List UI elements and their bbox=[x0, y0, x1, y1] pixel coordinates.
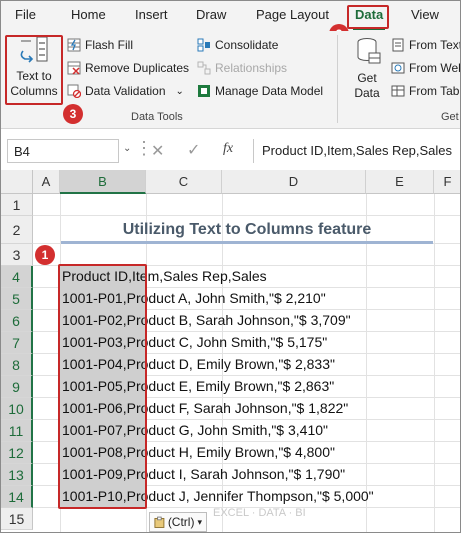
manage-data-model-button[interactable]: Manage Data Model bbox=[197, 84, 323, 98]
tab-insert[interactable]: Insert bbox=[135, 7, 168, 22]
flash-fill-icon bbox=[67, 38, 81, 52]
column-header-d[interactable]: D bbox=[222, 170, 366, 194]
from-web-button[interactable]: From Web bbox=[391, 61, 461, 75]
column-header-f[interactable]: F bbox=[434, 170, 460, 194]
column-header-c[interactable]: C bbox=[146, 170, 222, 194]
watermark: EXCEL · DATA · BI bbox=[213, 507, 306, 519]
remove-duplicates-icon bbox=[67, 61, 81, 75]
insert-function-button[interactable]: fx bbox=[223, 141, 233, 157]
grid-line bbox=[434, 194, 435, 532]
row-header-5[interactable]: 5 bbox=[1, 288, 33, 310]
from-text-button[interactable]: From Text bbox=[391, 38, 461, 52]
consolidate-label: Consolidate bbox=[215, 38, 279, 52]
data-validation-button[interactable]: Data Validation ⌄ bbox=[67, 84, 184, 98]
from-text-icon bbox=[392, 38, 404, 52]
tab-home[interactable]: Home bbox=[71, 7, 106, 22]
data-validation-label: Data Validation bbox=[85, 84, 166, 98]
chevron-down-icon: ▾ bbox=[197, 516, 202, 527]
tab-page-layout[interactable]: Page Layout bbox=[256, 7, 329, 22]
confirm-icon[interactable]: ✓ bbox=[187, 140, 200, 160]
tab-file[interactable]: File bbox=[15, 7, 36, 22]
web-icon bbox=[391, 62, 405, 74]
relationships-label: Relationships bbox=[215, 61, 288, 75]
database-icon bbox=[357, 38, 381, 64]
relationships-icon bbox=[197, 61, 211, 75]
row-header-6[interactable]: 6 bbox=[1, 310, 33, 332]
clipboard-icon bbox=[154, 516, 165, 528]
ribbon-tabs: File Home Insert Draw Page Layout Data V… bbox=[1, 1, 460, 31]
row-header-4[interactable]: 4 bbox=[1, 266, 33, 288]
from-text-label: From Text bbox=[409, 38, 461, 52]
grid-line bbox=[366, 194, 367, 532]
step-badge-1: 1 bbox=[35, 245, 55, 265]
consolidate-button[interactable]: Consolidate bbox=[197, 38, 278, 52]
cancel-icon[interactable]: ✕ bbox=[151, 141, 164, 161]
get-data-label: Get Data bbox=[354, 71, 380, 100]
paste-options-label: (Ctrl) bbox=[167, 515, 195, 529]
from-table-button[interactable]: From Tabl bbox=[391, 84, 461, 98]
row-header-14[interactable]: 14 bbox=[1, 486, 33, 508]
get-data-button[interactable]: Get Data bbox=[345, 37, 389, 103]
row-header-15[interactable]: 15 bbox=[1, 508, 33, 530]
from-web-label: From Web bbox=[409, 61, 461, 75]
title-underline bbox=[61, 241, 433, 244]
formula-input[interactable]: Product ID,Item,Sales Rep,Sales bbox=[253, 139, 460, 163]
select-all-corner[interactable] bbox=[1, 170, 33, 194]
consolidate-icon bbox=[197, 38, 210, 52]
grid-line bbox=[33, 215, 460, 216]
row-header-10[interactable]: 10 bbox=[1, 398, 33, 420]
name-box-dropdown-icon[interactable]: ⌄ bbox=[123, 143, 131, 154]
remove-duplicates-label: Remove Duplicates bbox=[85, 61, 190, 75]
column-header-a[interactable]: A bbox=[33, 170, 60, 194]
row-header-7[interactable]: 7 bbox=[1, 332, 33, 354]
sheet-title: Utilizing Text to Columns feature bbox=[122, 221, 372, 238]
data-tab-highlight bbox=[347, 5, 389, 29]
row-header-2[interactable]: 2 bbox=[1, 216, 33, 244]
row-header-13[interactable]: 13 bbox=[1, 464, 33, 486]
paste-options-button[interactable]: (Ctrl) ▾ bbox=[149, 512, 207, 532]
name-box[interactable]: B4 bbox=[7, 139, 119, 163]
remove-duplicates-button[interactable]: Remove Duplicates bbox=[67, 61, 189, 75]
table-icon bbox=[391, 85, 405, 97]
row-header-11[interactable]: 11 bbox=[1, 420, 33, 442]
group-label-get: Get bbox=[441, 111, 459, 123]
group-label-data-tools: Data Tools bbox=[131, 111, 183, 123]
flash-fill-button[interactable]: Flash Fill bbox=[67, 38, 133, 52]
tab-view[interactable]: View bbox=[411, 7, 439, 22]
excel-window: File Home Insert Draw Page Layout Data V… bbox=[0, 0, 461, 533]
column-header-b[interactable]: B bbox=[60, 170, 146, 194]
column-header-e[interactable]: E bbox=[366, 170, 434, 194]
row-header-9[interactable]: 9 bbox=[1, 376, 33, 398]
formula-bar: B4 ⌄ ⋮ ✕ ✓ fx Product ID,Item,Sales Rep,… bbox=[1, 134, 460, 168]
selected-range-highlight bbox=[58, 264, 147, 509]
row-header-1[interactable]: 1 bbox=[1, 194, 33, 216]
manage-data-model-label: Manage Data Model bbox=[215, 84, 324, 98]
ribbon-separator bbox=[337, 35, 338, 123]
data-model-icon bbox=[198, 85, 210, 97]
row-header-8[interactable]: 8 bbox=[1, 354, 33, 376]
flash-fill-label: Flash Fill bbox=[85, 38, 134, 52]
text-to-columns-highlight bbox=[5, 35, 63, 105]
from-table-label: From Tabl bbox=[409, 84, 461, 98]
step-badge-3: 3 bbox=[63, 104, 83, 124]
row-header-12[interactable]: 12 bbox=[1, 442, 33, 464]
relationships-button[interactable]: Relationships bbox=[197, 61, 287, 75]
tab-draw[interactable]: Draw bbox=[196, 7, 226, 22]
row-header-3[interactable]: 3 bbox=[1, 244, 33, 266]
chevron-down-icon: ⌄ bbox=[175, 85, 184, 97]
data-validation-icon bbox=[67, 84, 81, 98]
